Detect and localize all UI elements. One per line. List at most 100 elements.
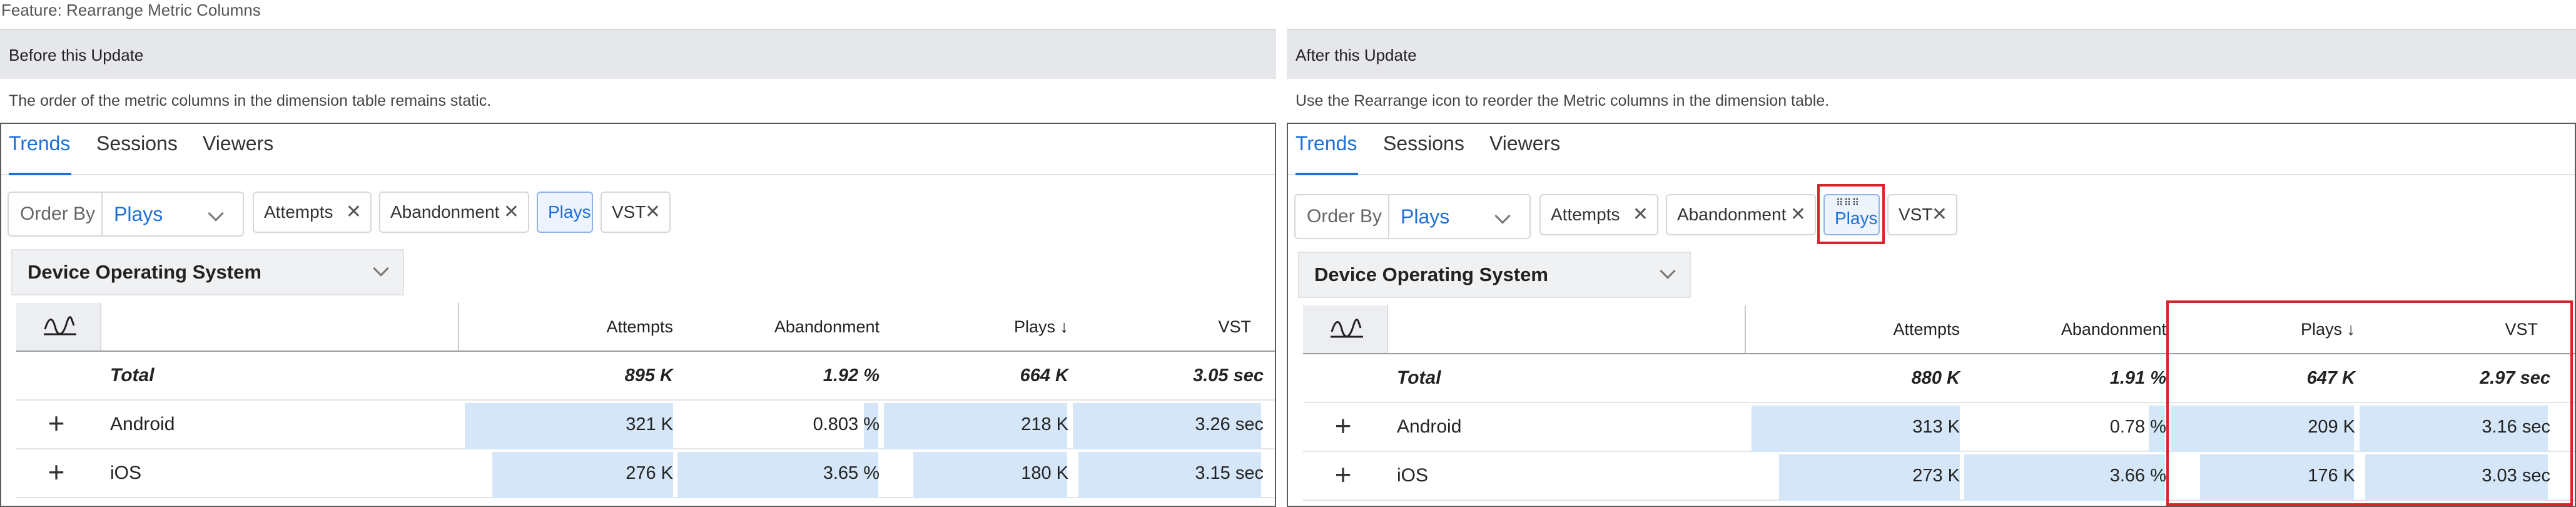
cell-plays: 664 K [1020,366,1068,386]
cell-vst: 3.15 sec [1195,463,1264,483]
cell-abandonment: 0.78 % [2109,417,2166,437]
close-icon[interactable]: ✕ [1932,195,1947,234]
metric-chip-plays[interactable]: Plays [537,192,593,233]
tab-viewers[interactable]: Viewers [203,124,273,175]
dimension-value: Device Operating System [1314,264,1548,285]
plus-icon[interactable]: + [1329,403,1357,451]
metric-chip-attempts[interactable]: Attempts ✕ [253,192,372,233]
cell-vst: 3.05 sec [1193,366,1264,386]
row-label: iOS [110,463,142,483]
close-icon[interactable]: ✕ [1633,195,1648,234]
after-header: After this Update [1287,29,2576,79]
table-row: + iOS 276 K 3.65 % 180 K 3.15 sec [16,449,1275,498]
order-by-value: Plays [114,203,163,225]
chip-label: VST [1899,205,1933,224]
chip-label: VST [612,202,646,222]
active-tab-indicator [1296,173,1358,175]
metric-chip-attempts[interactable]: Attempts ✕ [1539,194,1658,235]
trend-line-icon[interactable] [1303,305,1388,353]
table-header-row: Attempts Abandonment Plays ↓ VST [16,303,1275,352]
after-tab-bar: Trends Sessions Viewers [1288,124,2575,175]
chevron-down-icon[interactable] [1660,263,1676,279]
before-dashboard-frame: Trends Sessions Viewers Order By Plays A… [0,123,1276,507]
active-tab-indicator [9,173,71,175]
order-by-control[interactable]: Order By Plays [8,192,244,237]
chevron-down-icon[interactable] [373,260,389,277]
chip-label: Attempts [264,202,333,222]
cell-abandonment: 3.66 % [2109,466,2166,486]
order-by-label: Order By [20,203,96,224]
dimension-select[interactable]: Device Operating System [11,249,404,295]
chip-label: Abandonment [390,202,500,222]
metric-chip-vst[interactable]: VST ✕ [601,192,671,233]
order-by-control[interactable]: Order By Plays [1294,194,1531,239]
row-label: Total [1397,367,1441,388]
trend-line-icon[interactable] [16,303,101,351]
cell-abandonment: 1.91 % [2109,368,2166,388]
chip-label: Plays [548,202,591,222]
before-description: The order of the metric columns in the d… [9,92,492,110]
plus-icon[interactable]: + [43,449,70,497]
cell-abandonment: 1.92 % [823,366,880,386]
metric-chip-abandonment[interactable]: Abandonment ✕ [379,192,529,233]
plus-icon[interactable]: + [1329,452,1357,499]
column-divider [458,303,459,351]
column-header-vst[interactable]: VST [1073,303,1251,351]
row-label: iOS [1397,465,1429,486]
table-row: + Android 321 K 0.803 % 218 K 3.26 sec [16,401,1275,449]
cell-vst: 3.26 sec [1195,414,1264,434]
column-header-plays[interactable]: Plays ↓ [886,303,1068,351]
after-panel: After this Update Use the Rearrange icon… [1287,29,2576,507]
trend-toggle-cell[interactable] [1303,305,1388,353]
dimension-value: Device Operating System [28,261,261,283]
cell-attempts: 273 K [1912,466,1960,486]
column-header-abandonment[interactable]: Abandonment [1966,305,2166,353]
cell-attempts: 313 K [1912,417,1960,437]
chevron-down-icon[interactable] [1494,208,1511,224]
order-by-select[interactable]: Plays [1388,195,1531,238]
close-icon[interactable]: ✕ [645,193,661,232]
column-header-abandonment[interactable]: Abandonment [679,303,880,351]
chip-label: Attempts [1551,205,1620,224]
cell-plays: 218 K [1021,414,1068,434]
row-label: Total [110,365,155,386]
before-tab-bar: Trends Sessions Viewers [1,124,1275,175]
table-row-total: Total 895 K 1.92 % 664 K 3.05 sec [16,352,1275,401]
rearranged-columns-highlight [2166,300,2573,506]
cell-abandonment: 3.65 % [823,463,880,483]
cell-attempts: 895 K [624,366,673,386]
column-header-attempts[interactable]: Attempts [467,303,673,351]
dimension-select[interactable]: Device Operating System [1298,252,1691,298]
close-icon[interactable]: ✕ [1790,195,1806,234]
close-icon[interactable]: ✕ [504,193,519,232]
cell-plays: 180 K [1021,463,1068,483]
tab-trends[interactable]: Trends [9,124,70,175]
tab-sessions[interactable]: Sessions [96,124,178,175]
metric-chip-vst[interactable]: VST ✕ [1887,194,1957,235]
plus-icon[interactable]: + [43,401,70,448]
rearrange-highlight [1817,184,1885,244]
order-by-select[interactable]: Plays [101,193,244,235]
tab-viewers[interactable]: Viewers [1489,124,1560,175]
cell-attempts: 276 K [626,463,673,483]
chip-label: Abandonment [1677,205,1787,224]
row-label: Android [110,414,175,434]
row-label: Android [1397,416,1462,437]
order-by-label: Order By [1307,206,1382,227]
cell-attempts: 321 K [626,414,673,434]
cell-abandonment: 0.803 % [813,414,880,434]
before-header: Before this Update [0,29,1276,79]
before-panel: Before this Update The order of the metr… [0,29,1276,507]
chevron-down-icon[interactable] [208,205,224,222]
order-by-value: Plays [1401,205,1450,228]
after-dashboard-frame: Trends Sessions Viewers Order By Plays A… [1287,123,2576,507]
cell-attempts: 880 K [1911,368,1960,388]
after-description: Use the Rearrange icon to reorder the Me… [1296,92,1830,110]
column-divider [1745,305,1746,353]
tab-trends[interactable]: Trends [1296,124,1357,175]
metric-chip-abandonment[interactable]: Abandonment ✕ [1666,194,1816,235]
trend-toggle-cell[interactable] [16,303,101,351]
column-header-attempts[interactable]: Attempts [1753,305,1960,353]
tab-sessions[interactable]: Sessions [1383,124,1464,175]
close-icon[interactable]: ✕ [346,193,362,232]
